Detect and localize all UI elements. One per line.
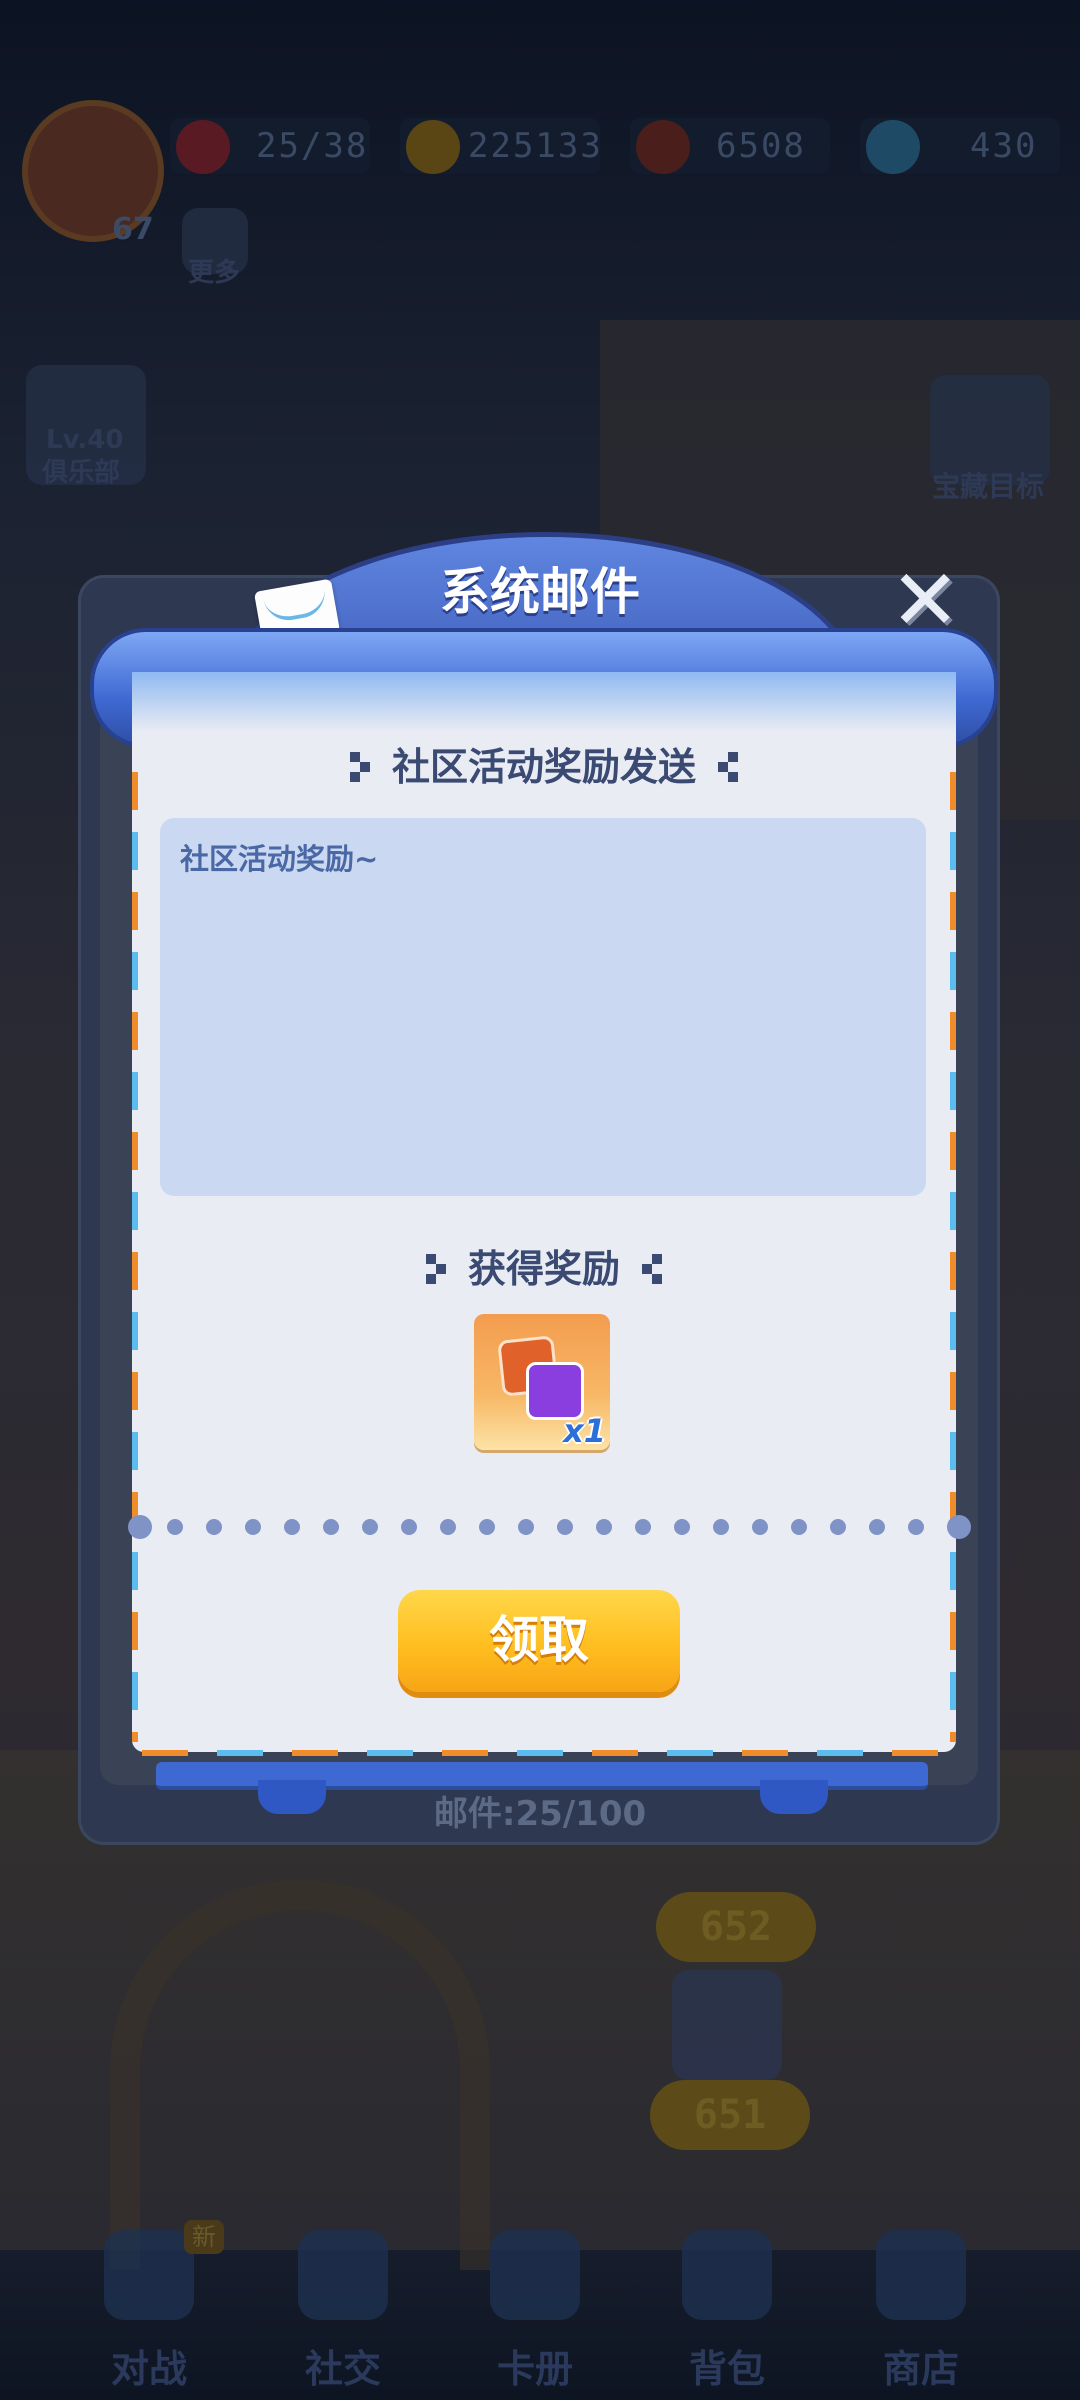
coin-icon (406, 120, 460, 174)
divider-dot (440, 1519, 456, 1535)
nav-backpack[interactable]: 背包 (652, 2220, 802, 2391)
heart-icon (176, 120, 230, 174)
reward-quantity: x1 (563, 1412, 606, 1450)
score-badge-1: 652 (656, 1892, 816, 1962)
divider-dot (167, 1519, 183, 1535)
divider-dot (791, 1519, 807, 1535)
divider-dot (557, 1519, 573, 1535)
diamonds-counter: 430 (860, 118, 1060, 174)
pixel-deco-right-icon (714, 751, 738, 782)
reward-card-pack[interactable]: x1 (474, 1314, 610, 1450)
divider-dot (518, 1519, 534, 1535)
nav-social[interactable]: 社交 (268, 2220, 418, 2391)
player-portrait (672, 1970, 782, 2080)
divider-dot (947, 1515, 971, 1539)
divider-dot (479, 1519, 495, 1535)
mail-subject-heading: 社区活动奖励发送 (132, 736, 956, 791)
divider-dot (830, 1519, 846, 1535)
pixel-deco-left-icon (425, 1253, 450, 1284)
mail-body-text: 社区活动奖励~ (180, 842, 379, 876)
claim-button[interactable]: 领取 (398, 1590, 680, 1692)
rewards-heading: 获得奖励 (132, 1238, 956, 1293)
divider-dot (713, 1519, 729, 1535)
stopwatch-icon (636, 120, 690, 174)
divider-dot (869, 1519, 885, 1535)
nav-card-album[interactable]: 卡册 (460, 2220, 610, 2391)
score-badge-2: 651 (650, 2080, 810, 2150)
divider-dot (752, 1519, 768, 1535)
pixel-deco-left-icon (349, 751, 374, 782)
divider-dot (401, 1519, 417, 1535)
backpack-icon (682, 2230, 772, 2320)
divider-dot (128, 1515, 152, 1539)
divider-dot (245, 1519, 261, 1535)
divider-dot (596, 1519, 612, 1535)
divider-dot (284, 1519, 300, 1535)
dotted-divider (128, 1512, 971, 1542)
mail-paper: 社区活动奖励发送 社区活动奖励~ 获得奖励 x1 领取 (128, 672, 971, 1756)
coins-counter: 225133 (400, 118, 601, 174)
player-level: 67 (112, 212, 154, 247)
mail-count: 邮件:25/100 (433, 1794, 647, 1834)
nav-battle[interactable]: 新 对战 (74, 2220, 224, 2391)
divider-dot (635, 1519, 651, 1535)
divider-dot (908, 1519, 924, 1535)
divider-dot (206, 1519, 222, 1535)
divider-dot (674, 1519, 690, 1535)
diamond-icon (866, 120, 920, 174)
new-badge: 新 (184, 2220, 224, 2254)
shield-vs-icon (104, 2230, 194, 2320)
heart-card-icon (490, 2230, 580, 2320)
bottom-navigation: 新 对战 社交 卡册 背包 商店 (0, 2200, 1080, 2400)
hearts-counter: 25/38 (170, 118, 370, 174)
claim-button-label: 领取 (489, 1611, 589, 1669)
pixel-deco-right-icon (638, 1253, 662, 1284)
stamina-counter: 6508 (630, 118, 830, 174)
nav-shop[interactable]: 商店 (846, 2220, 996, 2391)
shop-icon (876, 2230, 966, 2320)
chat-bubble-icon (298, 2230, 388, 2320)
mail-body-box: 社区活动奖励~ (160, 818, 926, 1196)
divider-dot (362, 1519, 378, 1535)
dialog-title: 系统邮件 (440, 563, 640, 621)
divider-dot (323, 1519, 339, 1535)
